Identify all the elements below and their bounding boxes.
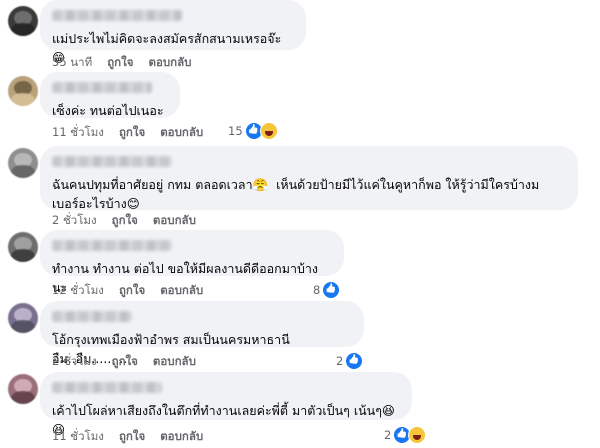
reaction-count: 2 [336, 354, 344, 368]
reply-link[interactable]: ตอบกลับ [160, 124, 203, 142]
comment-bubble: ทำงาน ทำงาน ต่อไป ขอให้มีผลงานดีดีออกมาบ… [40, 230, 344, 295]
like-link[interactable]: ถูกใจ [107, 54, 133, 72]
comment-actions: 2 ชั่วโมง ถูกใจ ตอบกลับ [52, 353, 196, 371]
reply-link[interactable]: ตอบกลับ [148, 54, 191, 72]
comment-bubble: เค้าไปโผล่หาเสียงถึงในตึกที่ทำงานเลยค่ะพ… [40, 372, 412, 437]
like-reaction-icon [322, 281, 341, 299]
like-link[interactable]: ถูกใจ [119, 124, 145, 142]
reaction-summary[interactable]: 2 [336, 352, 364, 370]
reply-link[interactable]: ตอบกลับ [153, 212, 196, 230]
reply-link[interactable]: ตอบกลับ [160, 282, 203, 300]
commenter-name[interactable] [52, 311, 132, 322]
comment-actions: 55 นาที ถูกใจ ตอบกลับ [52, 54, 191, 72]
haha-reaction-icon [259, 122, 278, 140]
commenter-name[interactable] [52, 82, 152, 93]
reaction-count: 8 [313, 283, 321, 297]
avatar[interactable] [8, 374, 38, 404]
comment-time[interactable]: 55 นาที [52, 54, 92, 72]
reaction-count: 15 [228, 124, 243, 138]
comment-actions: 12 ชั่วโมง ถูกใจ ตอบกลับ [52, 282, 203, 300]
comment-actions: 2 ชั่วโมง ถูกใจ ตอบกลับ [52, 212, 196, 230]
reaction-summary[interactable]: 15 [228, 122, 278, 140]
comment-text: เซ็งค่ะ ทนต่อไปเนอะ [52, 103, 164, 118]
like-link[interactable]: ถูกใจ [119, 282, 145, 300]
comment-bubble: โอ้กรุงเทพเมืองฟ้าอำพร สมเป็นนครมหาธานี … [40, 301, 364, 366]
like-reaction-icon [345, 352, 364, 370]
commenter-name[interactable] [52, 156, 172, 167]
comment-bubble: แม่ประไพไม่คิดจะลงสมัครสักสนามเหรอจ๊ะ 😁 [40, 0, 306, 65]
comment-bubble: ฉันคนปทุมที่อาศัยอยู่ กทม ตลอดเวลา😤 เห็น… [40, 146, 578, 211]
comment-time[interactable]: 12 ชั่วโมง [52, 282, 104, 300]
comment-bubble: เซ็งค่ะ ทนต่อไปเนอะ [40, 72, 180, 118]
like-link[interactable]: ถูกใจ [112, 212, 138, 230]
comment-text: ฉันคนปทุมที่อาศัยอยู่ กทม ตลอดเวลา😤 เห็น… [52, 177, 540, 211]
commenter-name[interactable] [52, 240, 172, 251]
avatar[interactable] [8, 232, 38, 262]
reaction-count: 2 [384, 428, 392, 442]
reaction-summary[interactable]: 2 [384, 426, 427, 444]
reply-link[interactable]: ตอบกลับ [153, 353, 196, 371]
avatar[interactable] [8, 148, 38, 178]
haha-reaction-icon [408, 426, 427, 444]
reaction-summary[interactable]: 8 [313, 281, 341, 299]
avatar[interactable] [8, 76, 38, 106]
like-link[interactable]: ถูกใจ [112, 353, 138, 371]
comment-time[interactable]: 2 ชั่วโมง [52, 353, 97, 371]
comment-actions: 11 ชั่วโมง ถูกใจ ตอบกลับ [52, 428, 203, 446]
comment-time[interactable]: 2 ชั่วโมง [52, 212, 97, 230]
commenter-name[interactable] [52, 10, 182, 21]
avatar[interactable] [8, 6, 38, 36]
comment-time[interactable]: 11 ชั่วโมง [52, 124, 104, 142]
comment-time[interactable]: 11 ชั่วโมง [52, 428, 104, 446]
commenter-name[interactable] [52, 382, 162, 393]
reply-link[interactable]: ตอบกลับ [160, 428, 203, 446]
avatar[interactable] [8, 303, 38, 333]
comment-actions: 11 ชั่วโมง ถูกใจ ตอบกลับ [52, 124, 203, 142]
like-link[interactable]: ถูกใจ [119, 428, 145, 446]
